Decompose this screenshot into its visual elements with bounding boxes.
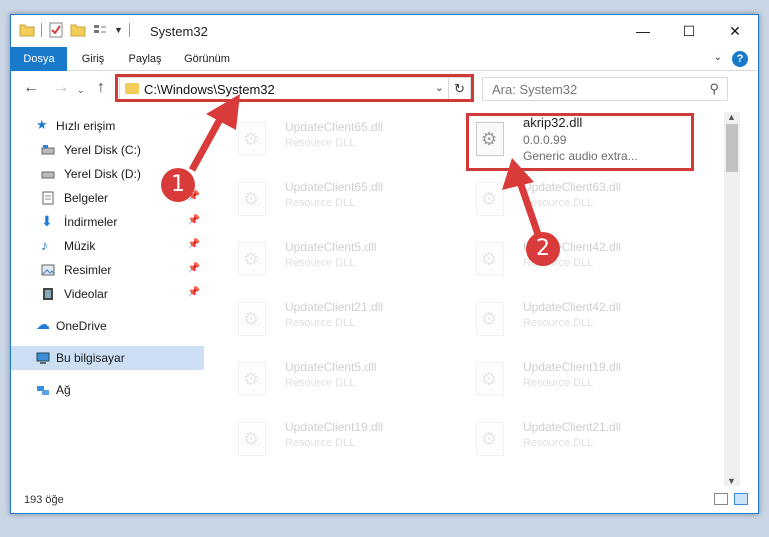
annotation-arrows: [188, 94, 544, 242]
step-badge-2: 2: [526, 232, 560, 266]
arrow-2-head: [502, 158, 534, 190]
arrow-2-shaft: [516, 180, 544, 242]
step-badge-1: 1: [161, 168, 195, 202]
arrow-1-head: [206, 94, 240, 130]
